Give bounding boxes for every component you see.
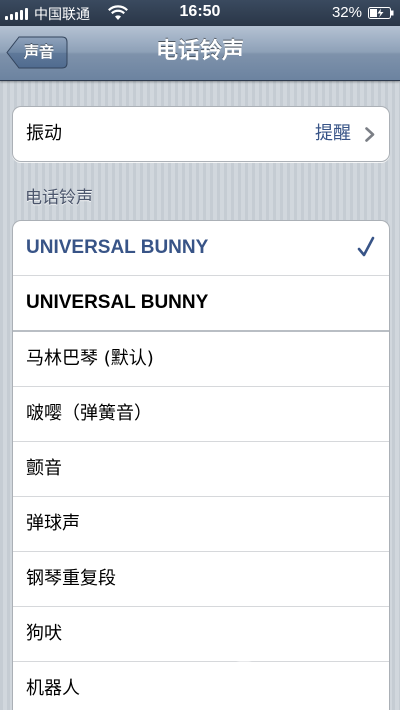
ringtone-item[interactable]: 钢琴重复段: [13, 552, 389, 607]
ringtone-label: 弹球声: [26, 513, 80, 534]
vibration-group: 振动 提醒: [12, 106, 390, 162]
vibration-cell[interactable]: 振动 提醒: [13, 107, 389, 161]
watermark-site: SJ91.COM: [302, 688, 362, 701]
page-title: 电话铃声: [155, 39, 244, 64]
checkmark-icon: [357, 236, 375, 257]
chevron-right-icon: [365, 127, 375, 142]
ringtone-label: 马林巴琴 (默认): [26, 348, 154, 369]
ringtone-label: 机器人: [26, 678, 80, 699]
vibration-value: 提醒: [315, 123, 351, 144]
battery-percent: 32%: [331, 4, 362, 21]
section-header-ringtones: 电话铃声: [25, 188, 93, 208]
battery-charging-icon: [368, 7, 394, 19]
ringtone-label: UNIVERSAL BUNNY: [26, 237, 209, 258]
watermark-brand: 91手机娱乐: [270, 663, 380, 687]
watermark-logo: 91 91手机娱乐 SJ91.COM: [223, 660, 380, 702]
navigation-bar: 声音 电话铃声: [0, 26, 400, 81]
ringtone-item[interactable]: 马林巴琴 (默认): [13, 332, 389, 387]
ringtone-item[interactable]: 啵嘤（弹簧音）: [13, 387, 389, 442]
ringtone-label: UNIVERSAL BUNNY: [26, 292, 209, 313]
ringtone-item[interactable]: 颤音: [13, 442, 389, 497]
ringtone-label: 狗吠: [26, 623, 62, 644]
ringtone-list: UNIVERSAL BUNNY UNIVERSAL BUNNY 马林巴琴 (默认…: [12, 220, 390, 710]
vibration-label: 振动: [26, 123, 62, 144]
back-button-label: 声音: [24, 43, 55, 61]
ringtone-item[interactable]: UNIVERSAL BUNNY: [13, 221, 389, 276]
status-bar: 中国联通 16:50 32%: [0, 0, 400, 26]
ringtone-label: 颤音: [26, 458, 62, 479]
ringtone-item[interactable]: 弹球声: [13, 497, 389, 552]
ringtone-label: 钢琴重复段: [26, 568, 116, 589]
ringtone-label: 啵嘤（弹簧音）: [26, 403, 152, 424]
watermark-logo-text: 91: [231, 672, 256, 693]
ringtone-item[interactable]: UNIVERSAL BUNNY: [13, 276, 389, 330]
back-button[interactable]: 声音: [6, 36, 68, 69]
ringtone-item[interactable]: 狗吠: [13, 607, 389, 662]
